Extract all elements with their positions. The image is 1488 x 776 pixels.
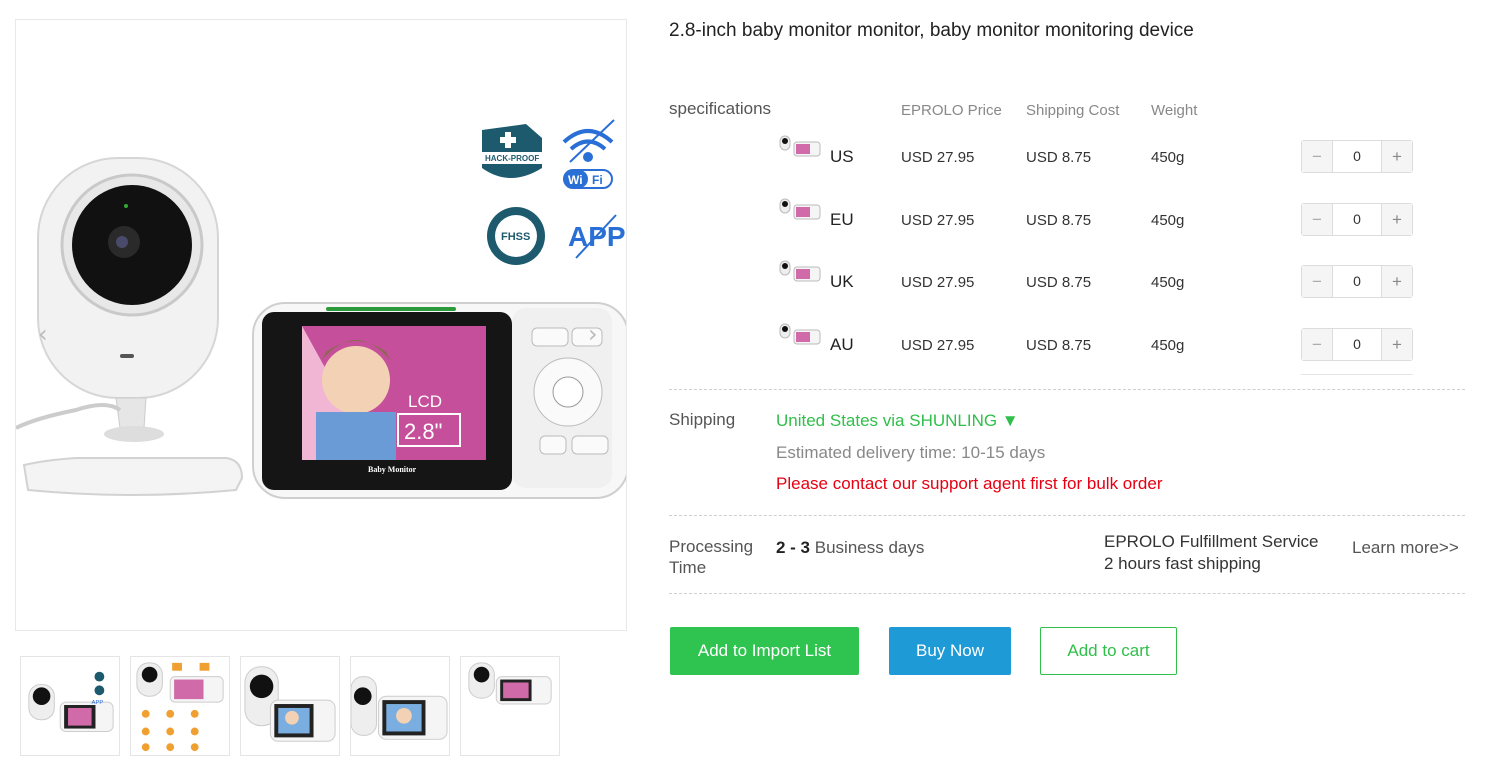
variant-shipping: USD 8.75 xyxy=(1026,337,1092,354)
svg-text:LCD: LCD xyxy=(408,392,442,411)
variant-row-uk: UK USD 27.95 USD 8.75 450g − 0 + xyxy=(778,260,1418,305)
thumbnail-4[interactable] xyxy=(350,656,450,756)
increase-button[interactable]: + xyxy=(1381,204,1412,235)
variant-row-eu: EU USD 27.95 USD 8.75 450g − 0 + xyxy=(778,198,1418,243)
header-weight: Weight xyxy=(1151,102,1198,119)
variant-country: EU xyxy=(830,210,854,229)
svg-text:Wi: Wi xyxy=(568,173,583,187)
bulk-order-notice: Please contact our support agent first f… xyxy=(776,474,1163,493)
variant-thumbnail[interactable] xyxy=(778,134,822,162)
shipping-method-select[interactable]: United States via SHUNLING ▼ xyxy=(776,411,1019,431)
delivery-estimate: Estimated delivery time: 10-15 days xyxy=(776,443,1046,462)
processing-days: 2 - 3 Business days xyxy=(776,538,924,558)
increase-button[interactable]: + xyxy=(1381,329,1412,360)
variant-row-au: AU USD 27.95 USD 8.75 450g − 0 + xyxy=(778,323,1418,368)
variant-price: USD 27.95 xyxy=(901,212,975,229)
thumbnail-3[interactable] xyxy=(240,656,340,756)
svg-text:Baby Monitor: Baby Monitor xyxy=(368,465,417,474)
divider xyxy=(669,593,1465,594)
svg-text:FHSS: FHSS xyxy=(501,231,530,243)
quantity-stepper: − 0 + xyxy=(1301,265,1413,298)
quantity-input[interactable]: 0 xyxy=(1333,266,1381,297)
variant-shipping: USD 8.75 xyxy=(1026,274,1092,291)
processing-days-range: 2 - 3 xyxy=(776,538,811,557)
increase-button[interactable]: + xyxy=(1381,266,1412,297)
divider xyxy=(669,515,1465,516)
buy-now-button[interactable]: Buy Now xyxy=(889,627,1011,675)
variant-weight: 450g xyxy=(1151,274,1185,291)
variant-price: USD 27.95 xyxy=(901,337,975,354)
thumbnail-2[interactable] xyxy=(130,656,230,756)
decrease-button[interactable]: − xyxy=(1302,141,1333,172)
variant-weight: 450g xyxy=(1151,212,1185,229)
variant-shipping: USD 8.75 xyxy=(1026,149,1092,166)
learn-more-link[interactable]: Learn more>> xyxy=(1352,538,1459,558)
processing-days-unit: Business days xyxy=(810,538,925,557)
decrease-button[interactable]: − xyxy=(1302,266,1333,297)
increase-button[interactable]: + xyxy=(1381,141,1412,172)
svg-text:HACK-PROOF: HACK-PROOF xyxy=(485,154,539,163)
variant-row-us: US USD 27.95 USD 8.75 450g − 0 + xyxy=(778,135,1418,180)
main-product-image[interactable]: LCD 2.8" Baby Monitor HACK-PROOF Wi Fi F… xyxy=(15,19,627,631)
quantity-input[interactable]: 0 xyxy=(1333,329,1381,360)
processing-time-label: Processing Time xyxy=(669,537,754,577)
decrease-button[interactable]: − xyxy=(1302,329,1333,360)
divider xyxy=(669,389,1465,390)
specifications-label: specifications xyxy=(669,99,772,118)
quantity-input[interactable]: 0 xyxy=(1333,141,1381,172)
variant-weight: 450g xyxy=(1151,337,1185,354)
shipping-label: Shipping xyxy=(669,410,736,429)
variant-price: USD 27.95 xyxy=(901,274,975,291)
variant-price: USD 27.95 xyxy=(901,149,975,166)
variant-weight: 450g xyxy=(1151,149,1185,166)
add-to-import-list-button[interactable]: Add to Import List xyxy=(670,627,859,675)
add-to-cart-button[interactable]: Add to cart xyxy=(1040,627,1177,675)
chevron-left-icon[interactable]: ‹ xyxy=(38,320,48,348)
thumbnail-5[interactable] xyxy=(460,656,560,756)
variant-thumbnail[interactable] xyxy=(778,197,822,225)
thumbnail-1[interactable]: APP xyxy=(20,656,120,756)
thumbnail-strip: APP xyxy=(20,656,560,756)
variant-country: US xyxy=(830,147,854,166)
header-price: EPROLO Price xyxy=(901,102,1002,119)
header-shipping-cost: Shipping Cost xyxy=(1026,102,1120,119)
svg-text:APP: APP xyxy=(92,700,104,706)
variant-shipping: USD 8.75 xyxy=(1026,212,1092,229)
quantity-stepper: − 0 + xyxy=(1301,203,1413,236)
quantity-input[interactable]: 0 xyxy=(1333,204,1381,235)
variant-thumbnail[interactable] xyxy=(778,322,822,350)
chevron-right-icon[interactable]: › xyxy=(588,320,598,348)
fulfillment-service-title: EPROLO Fulfillment Service xyxy=(1104,532,1319,551)
quantity-stepper: − 0 + xyxy=(1301,140,1413,173)
quantity-stepper: − 0 + xyxy=(1301,328,1413,361)
stepper-underline xyxy=(1301,374,1413,375)
fulfillment-service-subtitle: 2 hours fast shipping xyxy=(1104,554,1261,573)
svg-text:Fi: Fi xyxy=(592,173,603,187)
variant-country: UK xyxy=(830,272,854,291)
decrease-button[interactable]: − xyxy=(1302,204,1333,235)
variant-thumbnail[interactable] xyxy=(778,259,822,287)
shield-icon xyxy=(482,124,542,178)
fulfillment-service: EPROLO Fulfillment Service 2 hours fast … xyxy=(1104,531,1318,575)
variant-country: AU xyxy=(830,335,854,354)
product-title: 2.8-inch baby monitor monitor, baby moni… xyxy=(669,20,1194,41)
product-photo: LCD 2.8" Baby Monitor HACK-PROOF Wi Fi F… xyxy=(16,119,626,499)
svg-text:2.8": 2.8" xyxy=(404,419,442,444)
